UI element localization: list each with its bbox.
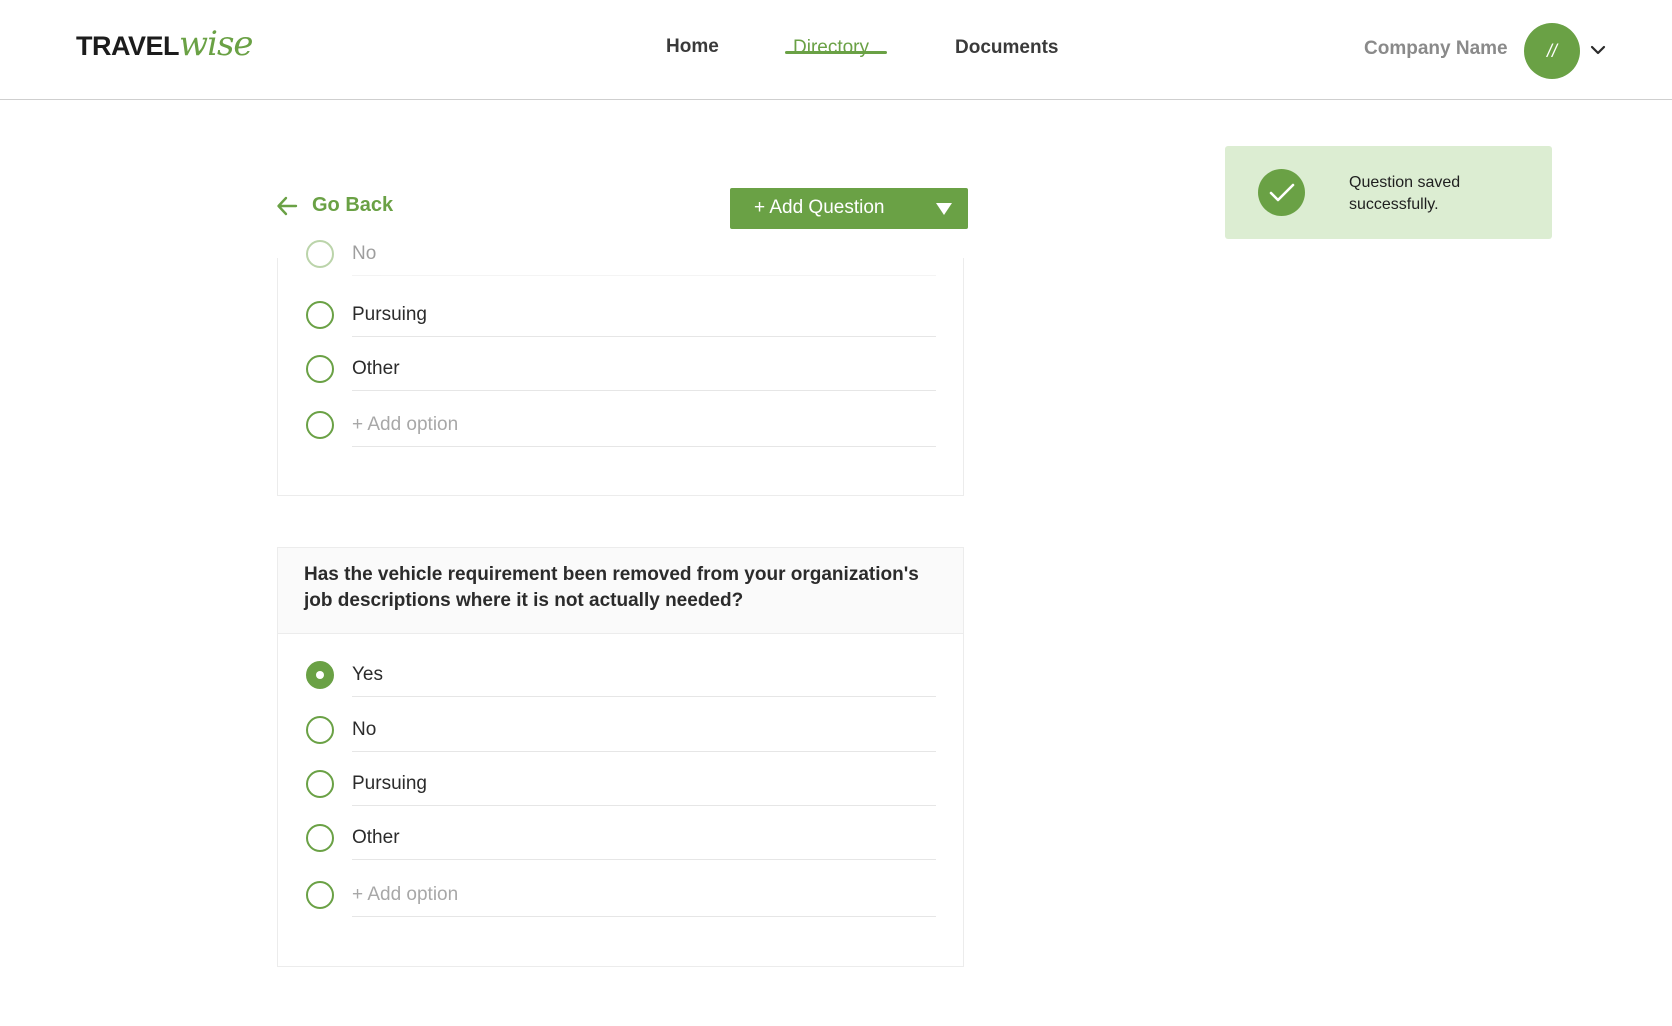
logo-wise: wise (179, 24, 254, 64)
nav-active-underline (785, 51, 887, 54)
option-pursuing[interactable]: Pursuing (306, 770, 936, 806)
go-back-button[interactable]: Go Back (276, 194, 393, 217)
question-card-2: Has the vehicle requirement been removed… (277, 547, 964, 967)
option-underline (352, 275, 936, 276)
radio-button (306, 881, 334, 909)
radio-button-selected[interactable] (306, 661, 334, 689)
option-underline (352, 390, 936, 391)
question-text[interactable]: Has the vehicle requirement been removed… (304, 562, 937, 614)
add-question-button[interactable]: + Add Question (730, 188, 968, 229)
top-header: TRAVEL wise Home Directory Documents Comp… (0, 0, 1672, 100)
option-underline (352, 336, 936, 337)
nav-documents[interactable]: Documents (955, 37, 1058, 59)
option-pursuing[interactable]: Pursuing (306, 301, 936, 337)
option-other[interactable]: Other (306, 824, 936, 860)
radio-button (306, 411, 334, 439)
option-underline (352, 859, 936, 860)
option-label[interactable]: Other (352, 827, 400, 849)
option-label[interactable]: No (352, 243, 376, 265)
option-underline (352, 751, 936, 752)
option-other[interactable]: Other (306, 355, 936, 391)
option-label[interactable]: Yes (352, 664, 383, 686)
option-label[interactable]: Pursuing (352, 304, 427, 326)
option-underline (352, 805, 936, 806)
option-no[interactable]: No (306, 716, 936, 752)
option-yes[interactable]: Yes (306, 661, 936, 697)
question-header[interactable]: Has the vehicle requirement been removed… (278, 548, 963, 634)
radio-button[interactable] (306, 770, 334, 798)
go-back-label: Go Back (312, 194, 394, 216)
option-no[interactable]: No (306, 240, 936, 276)
add-option[interactable]: + Add option (306, 411, 936, 447)
dropdown-triangle-icon[interactable] (936, 203, 952, 215)
radio-button[interactable] (306, 301, 334, 329)
nav-home[interactable]: Home (666, 36, 719, 58)
checkmark-icon (1258, 169, 1305, 216)
option-underline (352, 446, 936, 447)
success-toast: Question saved successfully. (1225, 146, 1552, 239)
nav-directory[interactable]: Directory (793, 37, 869, 59)
option-underline (352, 916, 936, 917)
add-option-label[interactable]: + Add option (352, 884, 458, 906)
chevron-down-icon[interactable] (1590, 42, 1606, 58)
arrow-left-icon (277, 196, 298, 215)
avatar[interactable]: // (1524, 23, 1580, 79)
option-label[interactable]: No (352, 719, 376, 741)
add-option-label[interactable]: + Add option (352, 414, 458, 436)
logo-travel: TRAVEL (76, 31, 180, 61)
add-option[interactable]: + Add option (306, 881, 936, 917)
radio-button[interactable] (306, 240, 334, 268)
avatar-initials: // (1546, 40, 1557, 61)
option-label[interactable]: Other (352, 358, 400, 380)
radio-button[interactable] (306, 824, 334, 852)
company-name[interactable]: Company Name (1364, 38, 1508, 60)
option-underline (352, 696, 936, 697)
option-label[interactable]: Pursuing (352, 773, 427, 795)
travelwise-logo[interactable]: TRAVEL wise (76, 24, 254, 64)
radio-button[interactable] (306, 716, 334, 744)
toast-message: Question saved successfully. (1349, 174, 1461, 213)
add-question-label: + Add Question (754, 197, 885, 218)
question-card-1: No Pursuing Other + Add option (277, 240, 964, 496)
radio-button[interactable] (306, 355, 334, 383)
